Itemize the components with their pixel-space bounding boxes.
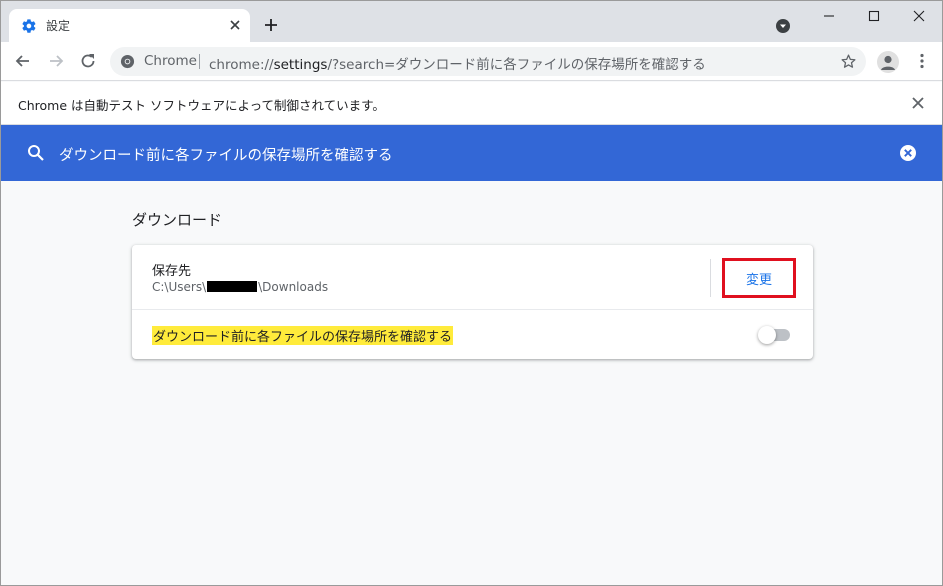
more-menu-icon[interactable] (913, 52, 931, 70)
change-location-button[interactable]: 変更 (722, 258, 796, 298)
back-arrow-icon[interactable] (13, 51, 33, 71)
url-host: settings (273, 57, 328, 73)
reload-icon[interactable] (78, 51, 98, 71)
forward-arrow-icon[interactable] (46, 51, 66, 71)
maximize-button[interactable] (851, 1, 897, 31)
redacted-username (207, 281, 258, 292)
address-bar[interactable]: Chrome chrome://settings/?search=ダウンロード前… (110, 47, 866, 76)
chrome-icon (120, 54, 135, 69)
tab-search-icon[interactable] (775, 18, 791, 34)
toggle-knob (758, 326, 776, 344)
site-chip: Chrome (144, 53, 197, 69)
section-title-downloads: ダウンロード (132, 211, 223, 229)
infobar-message: Chrome は自動テスト ソフトウェアによって制御されています。 (18, 98, 385, 113)
ask-location-label: ダウンロード前に各ファイルの保存場所を確認する (152, 326, 454, 345)
close-icon (913, 10, 925, 22)
settings-search-bar: ダウンロード前に各ファイルの保存場所を確認する (1, 125, 942, 181)
address-separator (199, 54, 200, 69)
minimize-icon (824, 15, 834, 17)
search-icon (28, 145, 44, 161)
bookmark-star-icon[interactable] (840, 53, 857, 70)
clear-search-icon[interactable] (899, 144, 917, 162)
url-scheme: chrome:// (209, 57, 274, 73)
url-path: /?search=ダウンロード前に各ファイルの保存場所を確認する (327, 57, 706, 73)
close-icon[interactable] (227, 17, 243, 33)
url-text: chrome://settings/?search=ダウンロード前に各ファイルの… (209, 53, 706, 73)
tab-title: 設定 (46, 19, 71, 33)
close-icon[interactable] (911, 96, 925, 110)
minimize-button[interactable] (806, 1, 852, 31)
person-icon (881, 55, 895, 70)
downloads-card: 保存先 C:\Users\ \Downloads 変更 ダウンロード前に各ファイル… (132, 245, 813, 359)
download-location-label: 保存先 (152, 264, 192, 279)
row-separator (710, 259, 711, 297)
ask-location-row: ダウンロード前に各ファイルの保存場所を確認する (132, 311, 813, 359)
browser-window: 設定 Chrome chrome://settings/?search=ダウンロ… (0, 0, 943, 586)
download-location-row: 保存先 C:\Users\ \Downloads 変更 (132, 245, 813, 310)
new-tab-icon[interactable] (261, 15, 281, 35)
maximize-icon (868, 10, 880, 22)
window-close-button[interactable] (896, 1, 942, 31)
tab-strip: 設定 (1, 1, 942, 42)
automation-infobar: Chrome は自動テスト ソフトウェアによって制御されています。 (1, 82, 942, 125)
gear-icon (22, 19, 36, 33)
download-location-path: C:\Users\ \Downloads (152, 280, 328, 294)
path-prefix: C:\Users\ (152, 280, 207, 294)
ask-location-toggle[interactable] (758, 326, 790, 344)
path-suffix: \Downloads (258, 280, 329, 294)
toolbar: Chrome chrome://settings/?search=ダウンロード前… (1, 42, 942, 81)
tab-settings[interactable]: 設定 (9, 9, 250, 42)
profile-avatar-icon[interactable] (877, 51, 899, 73)
search-input[interactable]: ダウンロード前に各ファイルの保存場所を確認する (59, 144, 393, 165)
